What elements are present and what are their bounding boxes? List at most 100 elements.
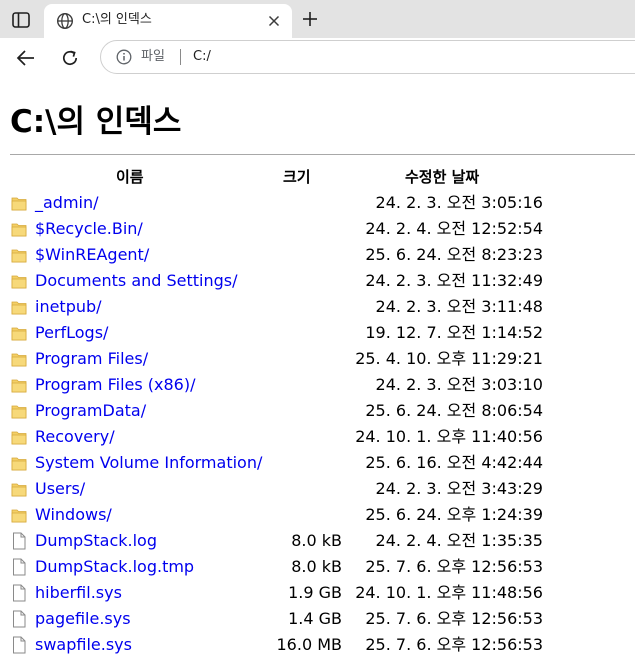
- table-row: Program Files/25. 4. 10. 오후 11:29:21: [10, 346, 635, 372]
- column-header-modified[interactable]: 수정한 날짜: [405, 164, 479, 190]
- table-row: inetpub/24. 2. 3. 오전 3:11:48: [10, 294, 635, 320]
- browser-toolbar: 파일 C:/: [0, 38, 635, 78]
- table-row: ProgramData/25. 6. 24. 오전 8:06:54: [10, 398, 635, 424]
- back-button[interactable]: [14, 46, 38, 70]
- file-link[interactable]: pagefile.sys: [35, 606, 131, 632]
- folder-icon: [11, 298, 27, 316]
- modified-date: 25. 6. 24. 오전 8:06:54: [365, 401, 543, 420]
- sidebar-panel-icon: [12, 12, 30, 28]
- folder-link[interactable]: PerfLogs/: [35, 320, 108, 346]
- info-icon[interactable]: [116, 49, 132, 65]
- modified-date: 19. 12. 7. 오전 1:14:52: [365, 323, 543, 342]
- file-link[interactable]: DumpStack.log.tmp: [35, 554, 194, 580]
- modified-date: 25. 7. 6. 오후 12:56:53: [365, 609, 543, 628]
- folder-link[interactable]: _admin/: [35, 190, 99, 216]
- table-row: hiberfil.sys 1.9 GB 24. 10. 1. 오후 11:48:56: [10, 580, 635, 606]
- table-row: swapfile.sys 16.0 MB 25. 7. 6. 오후 12:56:53: [10, 632, 635, 658]
- folder-icon: [11, 402, 27, 420]
- tab-close-button[interactable]: [266, 13, 282, 29]
- folder-icon: [11, 350, 27, 368]
- new-tab-button[interactable]: [300, 9, 320, 29]
- modified-date: 25. 6. 24. 오후 1:24:39: [365, 505, 543, 524]
- modified-date: 24. 2. 3. 오전 3:05:16: [375, 193, 543, 212]
- file-icon: [11, 532, 27, 550]
- page-content: C:\의 인덱스 이름 크기 수정한 날짜 _admin/24. 2. 3. 오…: [0, 78, 635, 672]
- plus-icon: [303, 12, 317, 26]
- folder-icon: [11, 272, 27, 290]
- folder-link[interactable]: Program Files/: [35, 346, 148, 372]
- folder-icon: [11, 480, 27, 498]
- modified-date: 25. 6. 16. 오전 4:42:44: [365, 453, 543, 472]
- file-icon: [11, 584, 27, 602]
- table-row: pagefile.sys 1.4 GB 25. 7. 6. 오후 12:56:53: [10, 606, 635, 632]
- folder-link[interactable]: Windows/: [35, 502, 112, 528]
- column-header-size[interactable]: 크기: [283, 164, 311, 190]
- table-row: System Volume Information/25. 6. 16. 오전 …: [10, 450, 635, 476]
- file-icon: [11, 636, 27, 654]
- modified-date: 24. 2. 4. 오전 1:35:35: [375, 531, 543, 550]
- table-row: Program Files (x86)/ 24. 2. 3. 오전 3:03:10: [10, 372, 635, 398]
- folder-icon: [11, 194, 27, 212]
- file-icon: [11, 558, 27, 576]
- file-icon: [11, 610, 27, 628]
- folder-link[interactable]: Users/: [35, 476, 85, 502]
- folder-link[interactable]: System Volume Information/: [35, 450, 262, 476]
- address-separator: [180, 49, 181, 65]
- file-size: 16.0 MB: [276, 635, 343, 654]
- tab-strip: C:\의 인덱스: [0, 0, 635, 38]
- table-row: DumpStack.log.tmp 8.0 kB 25. 7. 6. 오후 12:5…: [10, 554, 635, 580]
- table-row: Documents and Settings/24. 2. 3. 오전 11:3…: [10, 268, 635, 294]
- file-size: 8.0 kB: [291, 557, 342, 576]
- close-icon: [268, 15, 280, 27]
- modified-date: 24. 10. 1. 오후 11:40:56: [355, 427, 543, 446]
- table-row: Windows/25. 6. 24. 오후 1:24:39: [10, 502, 635, 528]
- folder-link[interactable]: ProgramData/: [35, 398, 146, 424]
- tab-title: C:\의 인덱스: [82, 12, 152, 27]
- modified-date: 24. 10. 1. 오후 11:48:56: [355, 583, 543, 602]
- folder-icon: [11, 376, 27, 394]
- listing-header: 이름 크기 수정한 날짜: [10, 164, 635, 190]
- address-bar[interactable]: 파일 C:/: [100, 40, 635, 74]
- scheme-chip: 파일: [141, 49, 165, 64]
- column-header-name[interactable]: 이름: [116, 164, 144, 190]
- file-link[interactable]: hiberfil.sys: [35, 580, 122, 606]
- folder-link[interactable]: Documents and Settings/: [35, 268, 238, 294]
- table-row: Recovery/24. 10. 1. 오후 11:40:56: [10, 424, 635, 450]
- folder-link[interactable]: $WinREAgent/: [35, 242, 149, 268]
- directory-listing: 이름 크기 수정한 날짜 _admin/24. 2. 3. 오전 3:05:16…: [10, 164, 635, 658]
- table-row: PerfLogs/19. 12. 7. 오전 1:14:52: [10, 320, 635, 346]
- folder-icon: [11, 506, 27, 524]
- folder-link[interactable]: Recovery/: [35, 424, 115, 450]
- modified-date: 24. 2. 4. 오전 12:52:54: [365, 219, 543, 238]
- table-row: $WinREAgent/25. 6. 24. 오전 8:23:23: [10, 242, 635, 268]
- page-title: C:\의 인덱스: [10, 104, 182, 140]
- title-divider: [10, 154, 635, 155]
- table-row: $Recycle.Bin/24. 2. 4. 오전 12:52:54: [10, 216, 635, 242]
- modified-date: 25. 7. 6. 오후 12:56:53: [365, 557, 543, 576]
- file-link[interactable]: swapfile.sys: [35, 632, 132, 658]
- modified-date: 25. 4. 10. 오후 11:29:21: [355, 349, 543, 368]
- modified-date: 24. 2. 3. 오전 3:43:29: [375, 479, 543, 498]
- url-text[interactable]: C:/: [193, 48, 211, 66]
- table-row: Users/24. 2. 3. 오전 3:43:29: [10, 476, 635, 502]
- folder-icon: [11, 324, 27, 342]
- modified-date: 25. 6. 24. 오전 8:23:23: [365, 245, 543, 264]
- modified-date: 25. 7. 6. 오후 12:56:53: [365, 635, 543, 654]
- folder-icon: [11, 454, 27, 472]
- folder-link[interactable]: Program Files (x86)/: [35, 372, 196, 398]
- folder-icon: [11, 220, 27, 238]
- reload-button[interactable]: [58, 46, 82, 70]
- folder-link[interactable]: $Recycle.Bin/: [35, 216, 143, 242]
- active-tab[interactable]: C:\의 인덱스: [44, 4, 292, 38]
- table-row: _admin/24. 2. 3. 오전 3:05:16: [10, 190, 635, 216]
- file-size: 8.0 kB: [291, 531, 342, 550]
- folder-link[interactable]: inetpub/: [35, 294, 102, 320]
- reload-icon: [62, 50, 78, 66]
- sidebar-toggle-button[interactable]: [8, 8, 34, 32]
- modified-date: 24. 2. 3. 오전 3:03:10: [375, 375, 543, 394]
- listing-rows: _admin/24. 2. 3. 오전 3:05:16 $Recycle.Bin/…: [10, 190, 635, 658]
- folder-icon: [11, 246, 27, 264]
- globe-icon: [56, 12, 74, 30]
- file-size: 1.4 GB: [288, 609, 342, 628]
- file-link[interactable]: DumpStack.log: [35, 528, 157, 554]
